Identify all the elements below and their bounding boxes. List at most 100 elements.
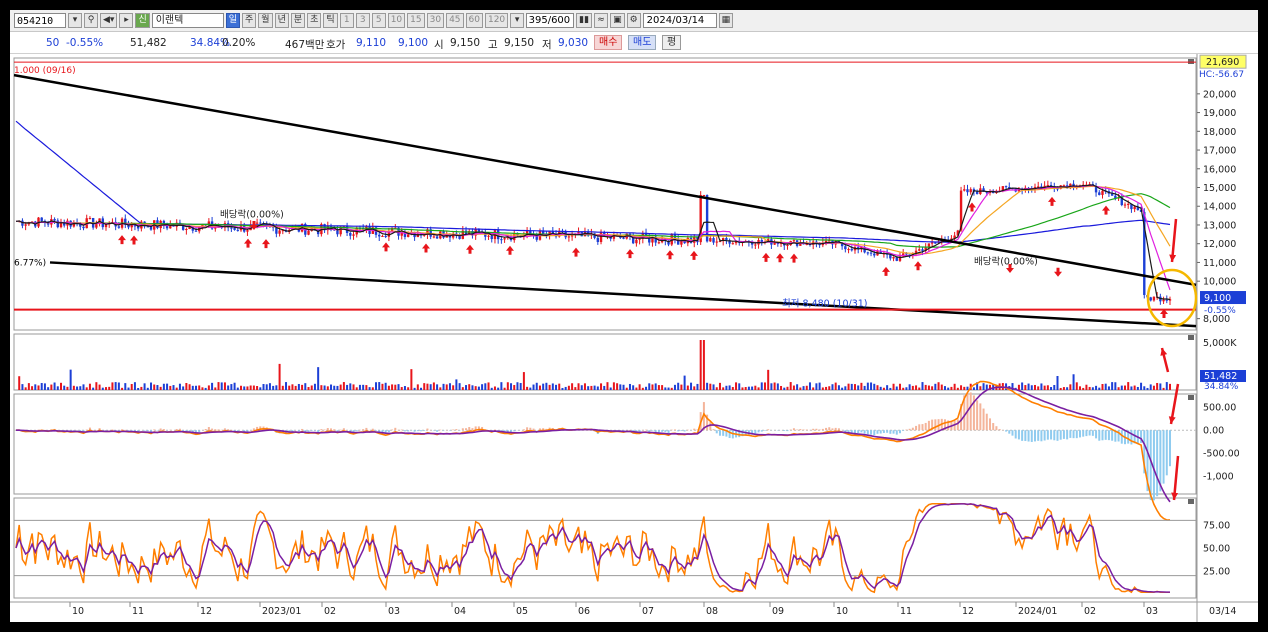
avg-button[interactable]: 평	[662, 35, 682, 50]
period-tick[interactable]: 틱	[323, 13, 338, 28]
candle-body	[503, 238, 506, 240]
nav-icon[interactable]: ▸	[119, 13, 134, 28]
macd-histogram-bar	[146, 430, 149, 432]
macd-histogram-bar	[394, 427, 397, 431]
macd-histogram-bar	[815, 428, 818, 431]
interval-120[interactable]: 120	[484, 13, 509, 28]
interval-1[interactable]: 1	[339, 13, 354, 28]
candle-body	[381, 235, 384, 237]
date-input[interactable]: 2024/03/14	[642, 13, 717, 28]
interval-60[interactable]: 60	[465, 13, 483, 28]
period-week[interactable]: 주	[242, 13, 257, 28]
x-tick-label: 12	[962, 606, 974, 617]
volume-bar	[458, 383, 461, 390]
candle-body	[773, 242, 776, 245]
compare-icon[interactable]: ≈	[594, 13, 609, 28]
volume-bar	[178, 383, 181, 390]
macd-histogram-bar	[413, 430, 416, 432]
volume-bar	[156, 385, 159, 390]
volume-bar	[352, 384, 355, 390]
sell-button[interactable]: 매도	[628, 35, 657, 50]
candle-body	[892, 257, 895, 259]
macd-histogram-bar	[763, 430, 766, 431]
volume-bar	[870, 382, 873, 390]
current-price-label: 9,100	[1204, 293, 1231, 304]
candle-body	[40, 217, 43, 221]
macd-histogram-bar	[992, 423, 995, 431]
volume-bar	[956, 387, 959, 390]
price-tick-label: 11,000	[1203, 258, 1236, 269]
period-day[interactable]: 일	[225, 13, 241, 28]
count-input[interactable]: 395/600	[526, 13, 575, 28]
volume-bar	[140, 386, 143, 390]
volume-bar	[863, 385, 866, 390]
candle-body	[1152, 296, 1156, 301]
interval-15[interactable]: 15	[407, 13, 425, 28]
volume-bar	[27, 383, 30, 390]
macd-histogram-bar	[339, 429, 342, 431]
volume-bar	[1133, 385, 1136, 390]
gear-icon[interactable]: ⚙	[626, 13, 641, 28]
bid-label: 호가	[326, 39, 346, 51]
favorite-icon[interactable]: 신	[135, 13, 150, 28]
volume-bar	[937, 382, 940, 390]
interval-10[interactable]: 10	[387, 13, 406, 28]
search-icon[interactable]: ⚲	[84, 13, 98, 28]
macd-histogram-bar	[995, 426, 998, 431]
macd-histogram-bar	[821, 428, 824, 431]
candle-body	[635, 239, 638, 244]
macd-histogram-bar	[1030, 430, 1033, 442]
interval-5[interactable]: 5	[371, 13, 386, 28]
buy-button[interactable]: 매수	[594, 35, 623, 50]
candle-body	[246, 230, 249, 232]
volume-bar	[493, 386, 496, 390]
volume-bar	[66, 386, 69, 390]
volume-bar	[246, 386, 249, 390]
volume-bar	[789, 382, 792, 390]
volume-bar	[333, 385, 336, 390]
interval-30[interactable]: 30	[426, 13, 445, 28]
volume-bar	[902, 387, 905, 390]
volume-bar	[731, 387, 734, 390]
macd-histogram-bar	[1095, 430, 1098, 439]
x-tick-label: 10	[836, 606, 848, 617]
volume-bar	[474, 386, 477, 390]
interval-3[interactable]: 3	[355, 13, 370, 28]
price-tick-label: 20,000	[1203, 89, 1236, 100]
candle-body	[1162, 299, 1165, 302]
macd-histogram-bar	[1053, 430, 1056, 441]
save-icon[interactable]: ▣	[610, 13, 625, 28]
speaker-icon[interactable]: ◀▾	[100, 13, 118, 28]
macd-histogram-bar	[934, 419, 937, 431]
volume-bar	[1152, 385, 1155, 390]
macd-histogram-bar	[760, 430, 763, 432]
volume-bar	[641, 387, 644, 390]
volume-bar	[490, 387, 493, 390]
volume-bar	[1030, 385, 1033, 390]
volume-bar	[889, 387, 892, 390]
interval-dropdown-icon[interactable]: ▾	[510, 13, 525, 28]
candle-body	[535, 236, 538, 240]
stock-code-input[interactable]: 054210	[14, 13, 66, 28]
period-month[interactable]: 월	[258, 13, 273, 28]
period-minute[interactable]: 분	[290, 13, 306, 28]
volume-bar	[76, 386, 79, 390]
calendar-icon[interactable]: ▦	[718, 13, 734, 28]
code-dropdown-icon[interactable]: ▾	[68, 13, 82, 28]
chart-type-icon[interactable]: ▮▮	[576, 13, 593, 28]
volume-bar	[407, 387, 410, 390]
macd-tick-label: 0.00	[1203, 426, 1224, 437]
period-year[interactable]: 년	[274, 13, 289, 28]
volume-bar	[635, 387, 638, 390]
period-second[interactable]: 초	[307, 13, 322, 28]
macd-histogram-bar	[1069, 430, 1072, 438]
volume-bar	[313, 383, 316, 390]
volume-bar	[394, 384, 397, 390]
volume-bar	[844, 386, 847, 390]
candle-body	[1098, 192, 1101, 195]
interval-45[interactable]: 45	[446, 13, 464, 28]
volume-bar	[101, 387, 104, 390]
macd-histogram-bar	[924, 422, 927, 431]
volume-bar	[600, 383, 603, 390]
candle-body	[406, 234, 410, 237]
